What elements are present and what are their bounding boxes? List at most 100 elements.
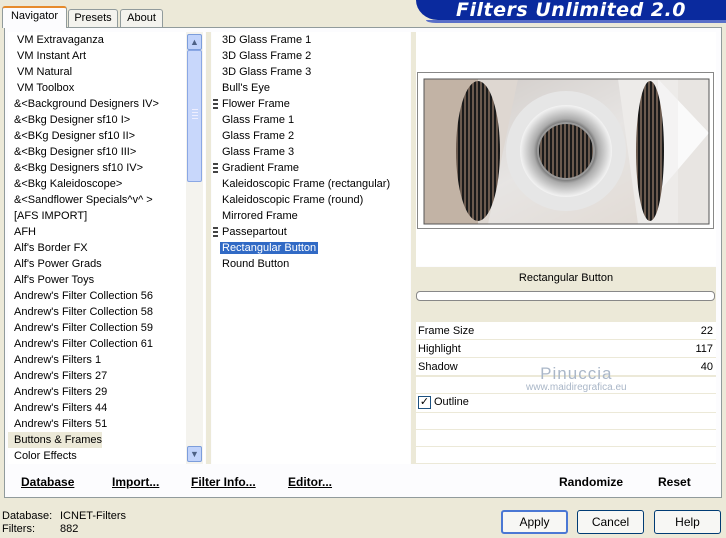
filter-info-button[interactable]: Filter Info... (191, 474, 256, 490)
filter-item[interactable]: Glass Frame 3 (212, 144, 410, 160)
cancel-button[interactable]: Cancel (577, 510, 644, 534)
category-item[interactable]: &<Bkg Designer sf10 III> (8, 144, 205, 160)
filter-item[interactable]: Rectangular Button (212, 240, 410, 256)
filter-item-label: Rectangular Button (220, 242, 319, 254)
category-item[interactable]: Andrew's Filter Collection 58 (8, 304, 205, 320)
category-list[interactable]: VM Extravaganza VM Instant Art VM Natural V… (8, 32, 205, 464)
help-button[interactable]: Help (654, 510, 721, 534)
filter-item-label: Round Button (222, 258, 290, 270)
outline-checkbox[interactable]: ✓ (418, 396, 431, 409)
param-frame-size[interactable]: Frame Size 22 (416, 322, 716, 340)
category-item[interactable]: Andrew's Filters 1 (8, 352, 205, 368)
param-empty-row (416, 413, 716, 429)
filter-item-label: Glass Frame 3 (222, 146, 295, 158)
apply-button[interactable]: Apply (501, 510, 568, 534)
filter-item-label: Gradient Frame (222, 162, 300, 174)
filter-item[interactable]: Kaleidoscopic Frame (round) (212, 192, 410, 208)
status-filters-value: 882 (60, 523, 79, 535)
category-item[interactable]: &<Background Designers IV> (8, 96, 205, 112)
category-item[interactable]: AFH (8, 224, 205, 240)
category-item[interactable]: [AFS IMPORT] (8, 208, 205, 224)
group-marker-icon (213, 163, 218, 173)
watermark-site: www.maidiregrafica.eu (526, 382, 627, 393)
param-value[interactable]: 22 (701, 322, 713, 340)
category-item[interactable]: Buttons & Frames (8, 432, 102, 448)
filter-info-label: Filter Info... (191, 475, 256, 489)
param-value[interactable]: 117 (695, 340, 713, 358)
filter-item[interactable]: Glass Frame 2 (212, 128, 410, 144)
filter-item[interactable]: Glass Frame 1 (212, 112, 410, 128)
scroll-thumb[interactable] (187, 50, 202, 182)
category-item[interactable]: &<Sandflower Specials^v^ > (8, 192, 205, 208)
filter-list[interactable]: 3D Glass Frame 1 3D Glass Frame 2 3D Glass… (212, 32, 410, 464)
editor-label: Editor... (288, 475, 333, 489)
scroll-down-button[interactable]: ▼ (187, 446, 202, 462)
filter-item-label: Glass Frame 1 (222, 114, 295, 126)
param-label: Frame Size (418, 325, 475, 337)
category-item[interactable]: Andrew's Filters 51 (8, 416, 205, 432)
watermark: Pinuccia www.maidiregrafica.eu (526, 364, 627, 393)
group-marker-icon (213, 99, 218, 109)
app-title: Filters Unlimited 2.0 (416, 0, 726, 20)
scroll-up-button[interactable]: ▲ (187, 34, 202, 50)
status-filters: Filters: 882 (2, 523, 78, 535)
category-item[interactable]: Andrew's Filters 29 (8, 384, 205, 400)
randomize-button[interactable]: Randomize (559, 474, 623, 490)
param-empty-row (416, 447, 716, 463)
database-button[interactable]: Database (21, 474, 74, 490)
filter-item[interactable]: Kaleidoscopic Frame (rectangular) (212, 176, 410, 192)
category-scrollbar[interactable]: ▲ ▼ (186, 32, 203, 464)
database-label: Database (21, 475, 75, 489)
list-divider (206, 32, 211, 464)
editor-button[interactable]: Editor... (288, 474, 332, 490)
group-marker-icon (213, 227, 218, 237)
category-item[interactable]: VM Toolbox (8, 80, 205, 96)
filter-item[interactable]: 3D Glass Frame 1 (212, 32, 410, 48)
category-item[interactable]: Andrew's Filter Collection 56 (8, 288, 205, 304)
category-item[interactable]: Andrew's Filter Collection 59 (8, 320, 205, 336)
category-item[interactable]: &<Bkg Designers sf10 IV> (8, 160, 205, 176)
selected-filter-name: Rectangular Button (518, 272, 614, 284)
filter-item[interactable]: Flower Frame (212, 96, 410, 112)
tab-presets[interactable]: Presets (68, 9, 118, 27)
import-button[interactable]: Import... (112, 474, 159, 490)
tab-bar: Navigator Presets About (0, 0, 420, 28)
status-filters-label: Filters: (2, 523, 35, 535)
preview-image (417, 72, 714, 229)
category-item[interactable]: &<BKg Designer sf10 II> (8, 128, 205, 144)
category-item[interactable]: Alf's Border FX (8, 240, 205, 256)
category-item[interactable]: VM Natural (8, 64, 205, 80)
progress-bar (416, 291, 715, 301)
category-item[interactable]: Color Effects (8, 448, 205, 464)
category-item[interactable]: Andrew's Filters 27 (8, 368, 205, 384)
category-item[interactable]: Andrew's Filters 44 (8, 400, 205, 416)
category-item[interactable]: VM Instant Art (8, 48, 205, 64)
filter-item-label: Passepartout (222, 226, 287, 238)
filter-item[interactable]: 3D Glass Frame 3 (212, 64, 410, 80)
filter-item-label: Bull's Eye (222, 82, 270, 94)
filter-item[interactable]: Mirrored Frame (212, 208, 410, 224)
param-highlight[interactable]: Highlight 117 (416, 340, 716, 358)
category-item[interactable]: VM Extravaganza (8, 32, 205, 48)
category-item[interactable]: &<Bkg Kaleidoscope> (8, 176, 205, 192)
param-value[interactable]: 40 (701, 358, 713, 376)
tab-about[interactable]: About (120, 9, 163, 27)
outline-label: Outline (434, 396, 469, 408)
filter-item[interactable]: Bull's Eye (212, 80, 410, 96)
filter-item[interactable]: Round Button (212, 256, 410, 272)
status-database-label: Database: (2, 510, 53, 522)
filter-item-label: Flower Frame (222, 98, 290, 110)
category-item[interactable]: Alf's Power Toys (8, 272, 205, 288)
category-item[interactable]: Alf's Power Grads (8, 256, 205, 272)
category-item[interactable]: &<Bkg Designer sf10 I> (8, 112, 205, 128)
filter-item[interactable]: Gradient Frame (212, 160, 410, 176)
filter-item-label: Mirrored Frame (222, 210, 298, 222)
title-stripe (426, 20, 726, 23)
filter-item[interactable]: 3D Glass Frame 2 (212, 48, 410, 64)
category-item[interactable]: Andrew's Filter Collection 61 (8, 336, 205, 352)
reset-button[interactable]: Reset (658, 474, 691, 490)
status-database: Database: ICNET-Filters (2, 510, 126, 522)
status-database-value: ICNET-Filters (60, 510, 126, 522)
filter-item[interactable]: Passepartout (212, 224, 410, 240)
tab-navigator[interactable]: Navigator (2, 6, 67, 28)
